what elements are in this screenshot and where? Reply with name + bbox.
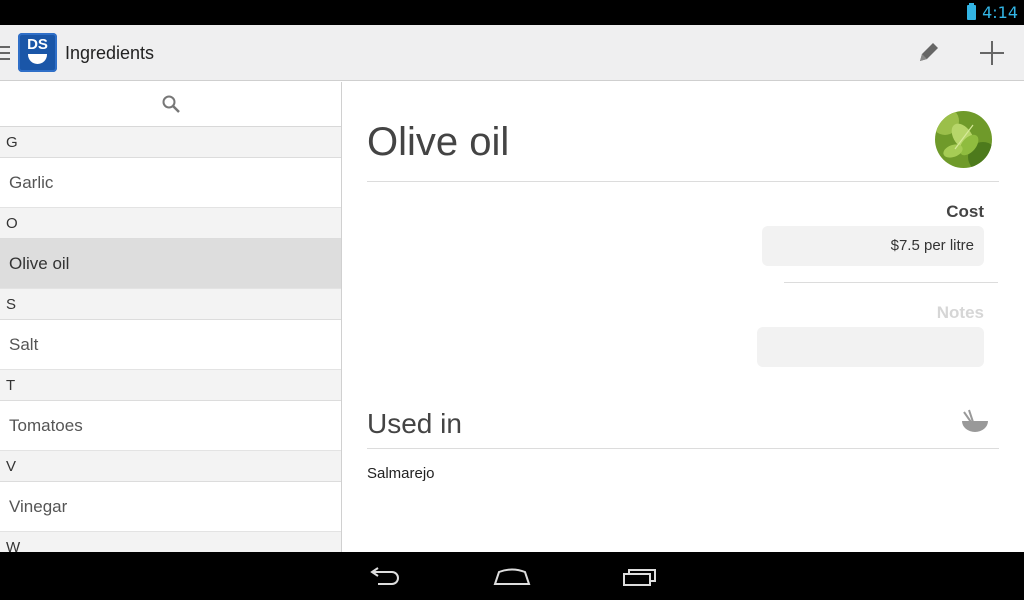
herb-image-icon — [935, 111, 992, 168]
system-nav-bar — [0, 552, 1024, 600]
ingredient-list: G Garlic O Olive oil S Salt T Tomatoes V Vinegar W — [0, 127, 341, 552]
plus-icon — [980, 41, 1004, 65]
cost-divider — [784, 282, 998, 283]
recent-apps-icon — [623, 569, 656, 586]
battery-icon — [967, 3, 977, 20]
list-item[interactable]: Vinegar — [0, 482, 341, 532]
app-logo-bowl — [28, 54, 47, 64]
notes-label: Notes — [936, 303, 984, 322]
list-item[interactable]: Olive oil — [0, 239, 341, 289]
app-logo[interactable]: DS — [18, 33, 57, 72]
section-header: V — [0, 451, 341, 482]
screen: 4:14 DS Ingredients G Garlic O Olive oil… — [0, 0, 1024, 600]
home-button[interactable] — [484, 560, 540, 594]
page-title: Ingredients — [65, 43, 155, 63]
section-header: O — [0, 208, 341, 239]
used-in-divider — [367, 448, 999, 449]
section-header: S — [0, 289, 341, 320]
edit-button[interactable] — [908, 33, 948, 73]
list-item[interactable]: Garlic — [0, 158, 341, 208]
section-header: W — [0, 532, 341, 552]
pencil-icon — [920, 43, 938, 61]
ingredient-detail: Olive oil Cost $7.5 per litre Notes Used… — [342, 82, 1024, 552]
section-header: T — [0, 370, 341, 401]
drawer-menu-icon[interactable] — [0, 46, 10, 60]
search-icon — [162, 95, 180, 113]
list-item[interactable]: Salt — [0, 320, 341, 370]
back-arrow-icon — [370, 567, 399, 585]
used-in-recipe-link[interactable]: Salmarejo — [367, 465, 435, 482]
ingredient-list-pane: G Garlic O Olive oil S Salt T Tomatoes V Vinegar W — [0, 82, 342, 552]
status-bar: 4:14 — [0, 0, 1024, 25]
list-item[interactable]: Tomatoes — [0, 401, 341, 451]
add-button[interactable] — [972, 33, 1012, 73]
section-header: G — [0, 127, 341, 158]
home-icon — [493, 568, 531, 585]
title-divider — [367, 181, 999, 182]
bowl-icon — [962, 409, 988, 432]
ingredient-photo[interactable] — [935, 111, 992, 168]
notes-field[interactable] — [757, 327, 984, 367]
recent-apps-button[interactable] — [612, 560, 668, 594]
cost-field[interactable]: $7.5 per litre — [762, 226, 984, 266]
back-button[interactable] — [356, 560, 412, 594]
cost-label: Cost — [946, 202, 984, 221]
used-in-title: Used in — [367, 408, 462, 439]
status-clock: 4:14 — [982, 3, 1018, 22]
status-icons: 4:14 — [967, 3, 1018, 22]
search-button[interactable] — [0, 82, 341, 127]
action-bar: DS Ingredients — [0, 25, 1024, 81]
app-logo-text: DS — [27, 36, 48, 53]
ingredient-title: Olive oil — [367, 120, 510, 164]
